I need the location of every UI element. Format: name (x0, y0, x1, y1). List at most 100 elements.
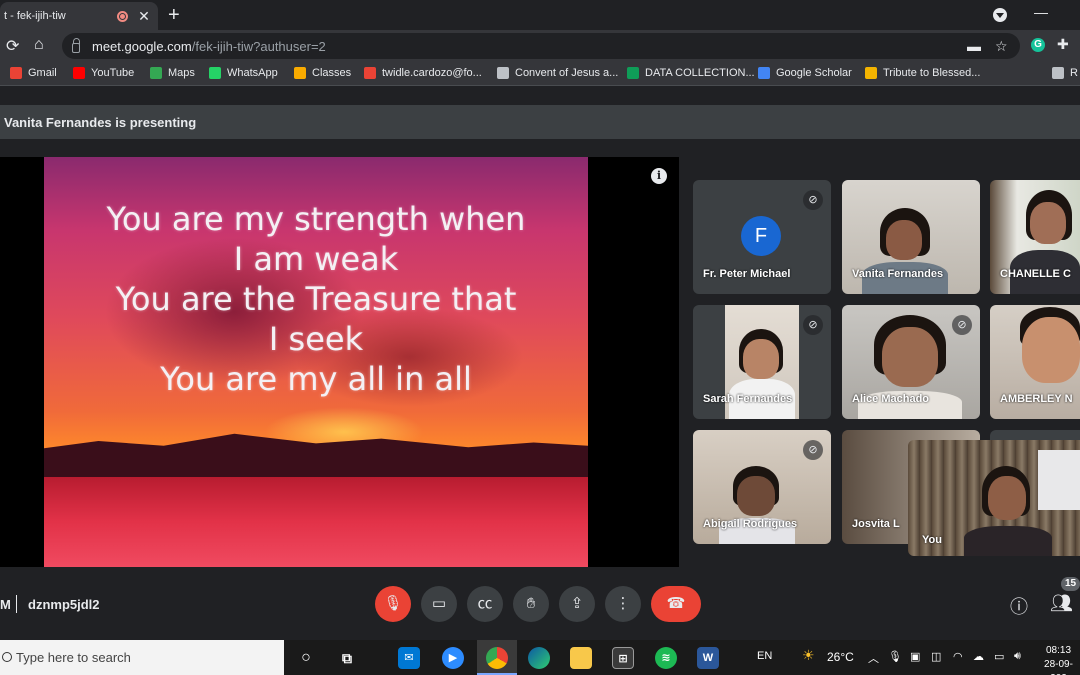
bookmarks-bar: Gmail YouTube Maps WhatsApp Classes twidle.ca… (0, 62, 1080, 86)
sheets-icon (627, 67, 639, 79)
mail-app-icon[interactable]: ✉ (398, 647, 420, 669)
taskbar-search-box[interactable]: Type here to search (0, 640, 284, 675)
participant-tile[interactable]: ⊘ Alice Machado (842, 305, 980, 419)
mic-off-icon: ⊘ (803, 440, 823, 460)
self-view-tile[interactable]: You (908, 440, 1080, 556)
temperature-text[interactable]: 26°C (827, 650, 854, 664)
participant-tile[interactable]: ⊘ Sarah Fernandes (693, 305, 831, 419)
bookmark-item[interactable]: twidle.cardozo@fo... (364, 67, 482, 79)
tab-title: t - fek-ijih-tiw (4, 10, 66, 22)
bookmark-item[interactable]: R (1052, 67, 1078, 79)
home-icon[interactable]: ⌂ (34, 36, 44, 54)
slide-line: You are my strength when (106, 200, 526, 238)
self-view-label: You (922, 534, 942, 546)
edge-app-icon[interactable] (528, 647, 550, 669)
lock-icon[interactable] (72, 38, 80, 53)
file-explorer-icon[interactable] (570, 647, 592, 669)
word-app-icon[interactable]: W (697, 647, 719, 669)
presenting-banner: Vanita Fernandes is presenting (0, 105, 1080, 139)
mic-tray-icon[interactable]: 🎙︎ (888, 650, 902, 663)
meeting-details-icon[interactable]: ⓘ (1010, 593, 1028, 619)
bookmark-item[interactable]: DATA COLLECTION... (627, 67, 755, 79)
volume-icon[interactable]: 🔊︎ (1014, 650, 1021, 663)
presenting-text: Vanita Fernandes is presenting (4, 114, 197, 130)
slide-lyrics: You are my strength when I am weak You a… (44, 199, 588, 399)
meet-control-bar: M dznmp5jdl2 🎙︎ ▭ ㏄ ✋︎ ⇪ ⋮ ☎︎ ⓘ 👥︎ 15 (0, 577, 1080, 640)
captions-button[interactable]: ㏄ (467, 586, 503, 622)
store-app-icon[interactable]: ⊞ (612, 647, 634, 669)
tab-search-icon[interactable] (993, 8, 1007, 22)
participant-name: Fr. Peter Michael (703, 268, 791, 280)
clock-time: 08:13 (1045, 645, 1072, 656)
taskbar-clock[interactable]: 08:13 28-09-202 (1037, 644, 1080, 675)
network-icon[interactable]: ☁ (973, 650, 984, 663)
participant-name: Abigail Rodrigues (703, 518, 798, 530)
presentation-stage[interactable]: You are my strength when I am weak You a… (0, 157, 679, 567)
bookmark-label: YouTube (91, 67, 135, 79)
page-icon (497, 67, 509, 79)
wall-calendar (1038, 450, 1080, 510)
tray-overflow-icon[interactable]: ︿ (868, 650, 879, 666)
tray-app-icon[interactable]: ▣ (910, 650, 920, 663)
mic-off-button[interactable]: 🎙︎ (375, 586, 411, 622)
more-options-button[interactable]: ⋮ (605, 586, 641, 622)
bookmark-item[interactable]: Google Scholar (758, 67, 852, 79)
bookmark-item[interactable]: Tribute to Blessed... (865, 67, 980, 79)
person-face (886, 220, 922, 260)
language-indicator[interactable]: EN (757, 650, 772, 662)
info-icon[interactable]: i (651, 168, 667, 184)
bookmark-label: R (1070, 67, 1078, 79)
bookmark-item[interactable]: Maps (150, 67, 195, 79)
participant-tile[interactable]: F ⊘ Fr. Peter Michael (693, 180, 831, 294)
spotify-app-icon[interactable]: ≋ (655, 647, 677, 669)
gmail-icon (364, 67, 376, 79)
bookmark-item[interactable]: WhatsApp (209, 67, 278, 79)
screen: t - fek-ijih-tiw ✕ + — ⟳ ⌂ meet.google.c… (0, 0, 1080, 675)
bookmark-item[interactable]: Gmail (10, 67, 57, 79)
task-view-icon[interactable]: ⧉ (336, 647, 358, 669)
tab-close-icon[interactable]: ✕ (136, 8, 152, 25)
avatar: F (741, 216, 781, 256)
slides-icon (865, 67, 877, 79)
minimize-button[interactable]: — (1034, 4, 1048, 20)
cortana-icon[interactable]: ○ (295, 647, 317, 669)
bookmark-item[interactable]: YouTube (73, 67, 134, 79)
reload-icon[interactable]: ⟳ (6, 36, 19, 56)
participant-tile[interactable]: CHANELLE C (990, 180, 1080, 294)
bookmark-label: Gmail (28, 67, 57, 79)
extensions-puzzle-icon[interactable]: ✚ (1057, 36, 1069, 53)
participant-tile[interactable]: ⊘ Abigail Rodrigues (693, 430, 831, 544)
people-icon[interactable]: 👥︎ (1050, 593, 1073, 614)
divider (16, 595, 17, 613)
people-count-badge: 15 (1061, 577, 1080, 591)
person-face (1030, 202, 1066, 244)
raise-hand-button[interactable]: ✋︎ (513, 586, 549, 622)
address-bar[interactable]: meet.google.com /fek-ijih-tiw?authuser=2… (62, 33, 1020, 59)
zoom-app-icon[interactable]: ▶ (442, 647, 464, 669)
camera-button[interactable]: ▭ (421, 586, 457, 622)
bookmark-label: Maps (168, 67, 195, 79)
new-tab-button[interactable]: + (168, 4, 180, 27)
end-call-button[interactable]: ☎︎ (651, 586, 701, 622)
bookmark-star-icon[interactable]: ☆ (995, 38, 1008, 55)
meeting-code: dznmp5jdl2 (28, 597, 100, 612)
participant-tile[interactable]: Vanita Fernandes (842, 180, 980, 294)
gmail-icon (10, 67, 22, 79)
tray-app-icon[interactable]: ◫ (931, 650, 941, 663)
windows-taskbar: Type here to search ○ ⧉ ✉ ▶ ⊞ ≋ W EN ☀ 2… (0, 640, 1080, 675)
bookmark-item[interactable]: Classes (294, 67, 351, 79)
chrome-app-icon[interactable] (486, 647, 508, 669)
slide-line: You are the Treasure that (115, 280, 517, 318)
bookmark-label: WhatsApp (227, 67, 278, 79)
participant-tile[interactable]: AMBERLEY N (990, 305, 1080, 419)
browser-tab-meet[interactable]: t - fek-ijih-tiw ✕ (0, 2, 158, 30)
weather-icon[interactable]: ☀ (802, 647, 815, 664)
wifi-icon[interactable]: ◠ (953, 650, 963, 663)
clock-date: 28-09-202 (1044, 659, 1073, 675)
battery-icon[interactable]: ▭ (994, 650, 1004, 663)
person-face (1022, 317, 1080, 383)
camera-in-use-icon[interactable]: ▬ (967, 38, 981, 54)
grammarly-extension-icon[interactable]: G (1031, 38, 1045, 52)
bookmark-item[interactable]: Convent of Jesus a... (497, 67, 618, 79)
present-screen-button[interactable]: ⇪ (559, 586, 595, 622)
